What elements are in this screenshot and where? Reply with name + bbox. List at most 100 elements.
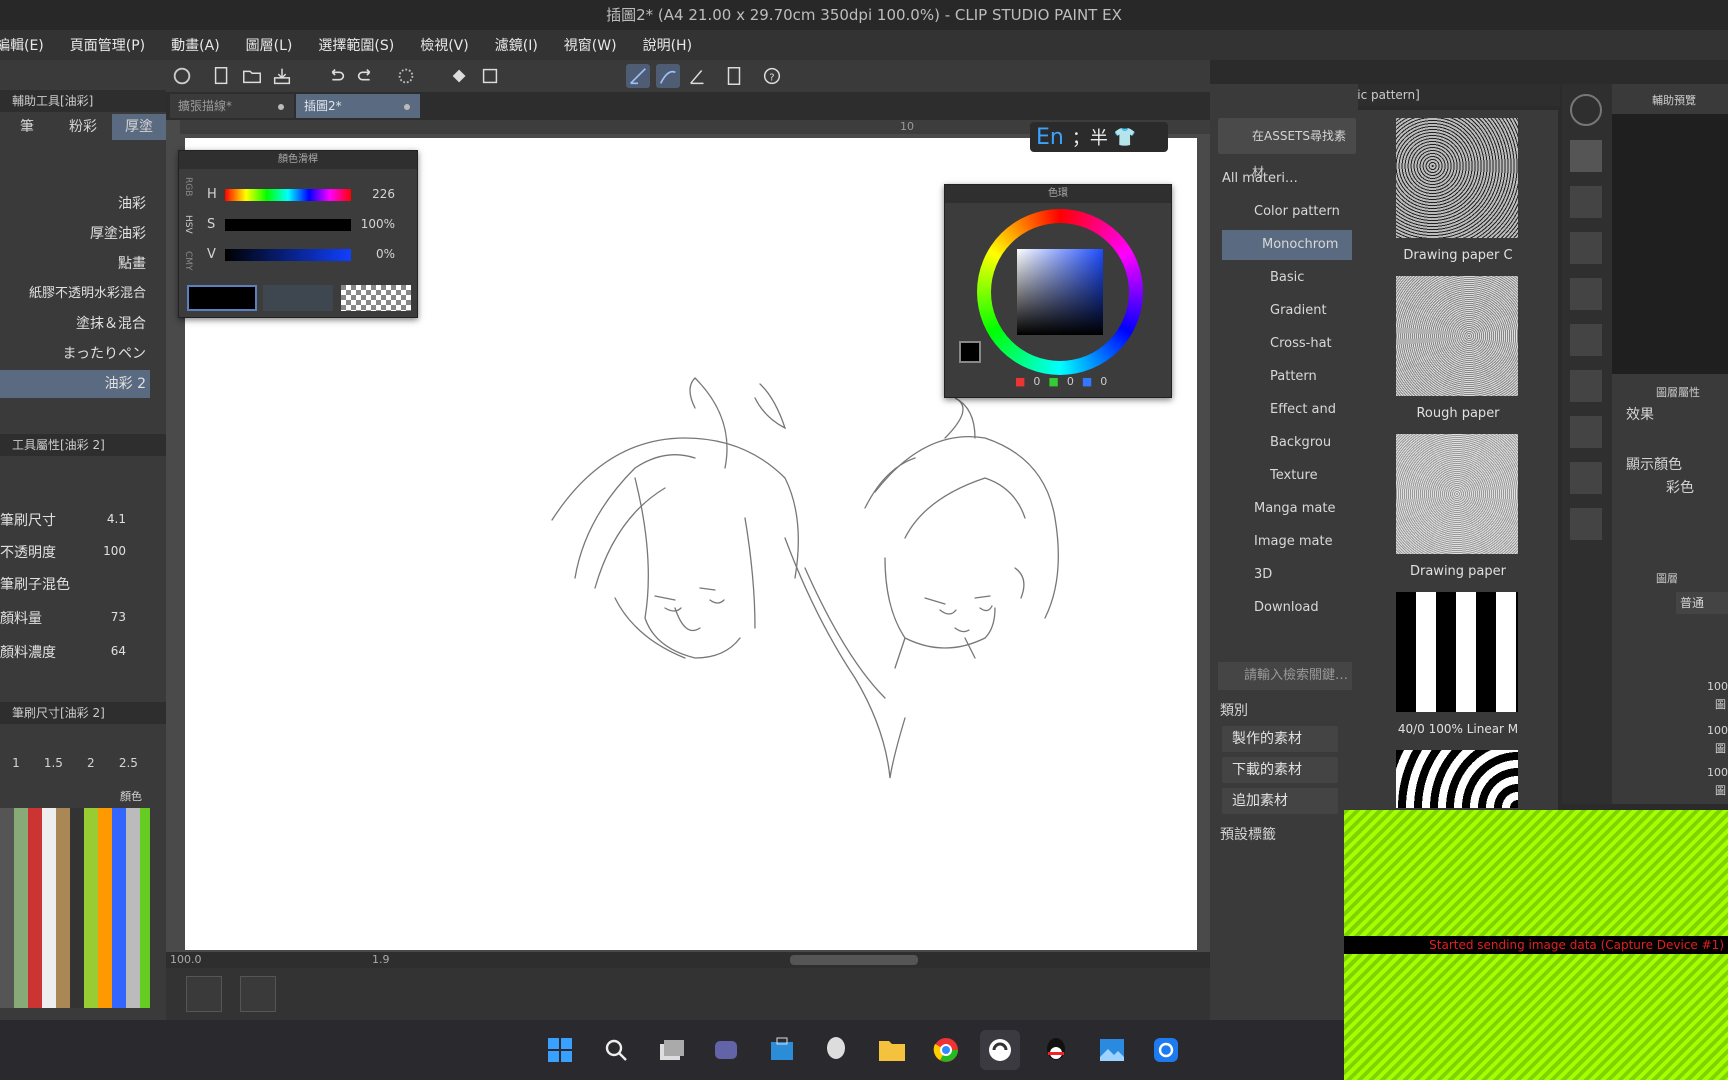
sv-square[interactable]: [1017, 249, 1103, 335]
material-icon[interactable]: [1570, 140, 1602, 172]
prop-paint-amount[interactable]: 顏料量 73: [0, 604, 150, 634]
layer-row[interactable]: 100 圖: [1672, 766, 1728, 804]
tree-manga-material[interactable]: Manga mate: [1222, 494, 1352, 524]
panel-icon-d[interactable]: [1570, 324, 1602, 356]
document-icon[interactable]: [722, 64, 746, 88]
snap-grid-icon[interactable]: [686, 64, 710, 88]
value-slider[interactable]: [225, 249, 351, 261]
tree-gradient[interactable]: Gradient: [1222, 296, 1352, 326]
thumb-linear-pattern[interactable]: [1396, 592, 1518, 712]
tree-texture[interactable]: Texture: [1222, 461, 1352, 491]
size-1[interactable]: 1: [12, 756, 20, 774]
photos-icon[interactable]: [1092, 1030, 1132, 1070]
panel-icon-b[interactable]: [1570, 232, 1602, 264]
task-view-icon[interactable]: [652, 1030, 692, 1070]
mode-hsv[interactable]: HSV: [181, 215, 193, 234]
add-material-button[interactable]: 追加素材: [1222, 788, 1338, 814]
brush-gouache[interactable]: 紙膠不透明水彩混合: [0, 280, 150, 308]
transform-icon[interactable]: [478, 64, 502, 88]
prop-opacity[interactable]: 不透明度 100: [0, 538, 150, 568]
tree-background[interactable]: Backgrou: [1222, 428, 1352, 458]
file-explorer-icon[interactable]: [872, 1030, 912, 1070]
thumb-drawing-paper[interactable]: [1396, 434, 1518, 554]
windows-start-icon[interactable]: [540, 1030, 580, 1070]
display-color-select[interactable]: 彩色: [1636, 476, 1728, 500]
horizontal-scrollbar[interactable]: [790, 955, 918, 965]
undo-icon[interactable]: [324, 64, 348, 88]
panel-icon-g[interactable]: [1570, 462, 1602, 494]
size-2[interactable]: 2: [87, 756, 95, 774]
chrome-icon[interactable]: [926, 1030, 966, 1070]
prop-brush-size[interactable]: 筆刷尺寸 4.1: [0, 506, 150, 536]
tree-effect[interactable]: Effect and: [1222, 395, 1352, 425]
brush-blend[interactable]: 塗抹＆混合: [0, 310, 150, 338]
panel-icon-h[interactable]: [1570, 508, 1602, 540]
downloaded-materials-button[interactable]: 下載的素材: [1222, 757, 1338, 783]
new-file-icon[interactable]: [210, 64, 234, 88]
color-set-palette[interactable]: [0, 808, 150, 1008]
material-search-input[interactable]: 請輸入檢索關鍵…: [1218, 662, 1352, 690]
tree-3d[interactable]: 3D: [1222, 560, 1352, 590]
menu-edit[interactable]: 編輯(E): [0, 35, 44, 55]
size-1-5[interactable]: 1.5: [44, 756, 63, 774]
menu-animation[interactable]: 動畫(A): [171, 35, 220, 55]
thumb-drawing-paper-c[interactable]: [1396, 118, 1518, 238]
thumb-radial-pattern[interactable]: [1396, 750, 1518, 808]
transparent-swatch[interactable]: [341, 285, 411, 311]
assets-search-button[interactable]: 在ASSETS尋找素材: [1218, 118, 1356, 179]
save-icon[interactable]: [270, 64, 294, 88]
brush-dot[interactable]: 點畫: [0, 250, 150, 278]
redo-icon[interactable]: [354, 64, 378, 88]
size-2-5[interactable]: 2.5: [119, 756, 138, 774]
panel-icon-f[interactable]: [1570, 416, 1602, 448]
snap-ruler-icon[interactable]: [626, 64, 650, 88]
tree-color-pattern[interactable]: Color pattern: [1222, 197, 1352, 227]
brush-thick-oil[interactable]: 厚塗油彩: [0, 220, 150, 248]
tree-cross-hatch[interactable]: Cross-hat: [1222, 329, 1352, 359]
angle-value[interactable]: 1.9: [372, 953, 390, 966]
snap-special-ruler-icon[interactable]: [656, 64, 680, 88]
tree-download[interactable]: Download: [1222, 593, 1352, 623]
created-materials-button[interactable]: 製作的素材: [1222, 726, 1338, 752]
search-icon[interactable]: [596, 1030, 636, 1070]
tree-all-materials[interactable]: All materi…: [1222, 164, 1352, 194]
main-color-swatch[interactable]: [187, 285, 257, 311]
clip-studio-icon[interactable]: [980, 1030, 1020, 1070]
prop-paint-density[interactable]: 顏料濃度 64: [0, 638, 150, 668]
tree-monochrom[interactable]: Monochrom: [1222, 230, 1352, 260]
subtool-tab-thick[interactable]: 厚塗: [112, 114, 166, 140]
brush-oil2[interactable]: 油彩 2: [0, 370, 150, 398]
open-folder-icon[interactable]: [240, 64, 264, 88]
qq-icon[interactable]: [1036, 1030, 1076, 1070]
close-dot-icon[interactable]: [278, 104, 284, 110]
menu-view[interactable]: 檢視(V): [420, 35, 469, 55]
close-dot-icon[interactable]: [404, 104, 410, 110]
panel-icon-c[interactable]: [1570, 278, 1602, 310]
sub-color-swatch[interactable]: [263, 285, 333, 311]
pan-icon[interactable]: [240, 976, 276, 1012]
alien-icon[interactable]: [816, 1030, 856, 1070]
subtool-tab-pastel[interactable]: 粉彩: [56, 114, 110, 140]
store-icon[interactable]: [762, 1030, 802, 1070]
thumb-rough-paper[interactable]: [1396, 276, 1518, 396]
frame-icon[interactable]: [186, 976, 222, 1012]
menu-help[interactable]: 說明(H): [643, 35, 692, 55]
panel-icon-e[interactable]: [1570, 370, 1602, 402]
tree-basic[interactable]: Basic: [1222, 263, 1352, 293]
mode-rgb[interactable]: RGB: [181, 177, 193, 196]
navigator-icon[interactable]: [1570, 94, 1602, 126]
menu-layer[interactable]: 圖層(L): [246, 35, 293, 55]
brush-oil[interactable]: 油彩: [0, 190, 150, 218]
menu-selection[interactable]: 選擇範圍(S): [318, 35, 394, 55]
fill-icon[interactable]: [448, 64, 472, 88]
mode-cmy[interactable]: CMY: [181, 251, 193, 271]
menu-page[interactable]: 頁面管理(P): [70, 35, 145, 55]
layer-row[interactable]: 100 圖: [1672, 724, 1728, 764]
blend-mode-select[interactable]: 普通: [1676, 592, 1728, 614]
hue-slider[interactable]: [225, 189, 351, 201]
panel-icon-a[interactable]: [1570, 186, 1602, 218]
current-color-swatch[interactable]: [959, 341, 981, 363]
teams-icon[interactable]: [706, 1030, 746, 1070]
menu-window[interactable]: 視窗(W): [564, 35, 617, 55]
prop-color-mix[interactable]: 筆刷子混色: [0, 570, 150, 600]
